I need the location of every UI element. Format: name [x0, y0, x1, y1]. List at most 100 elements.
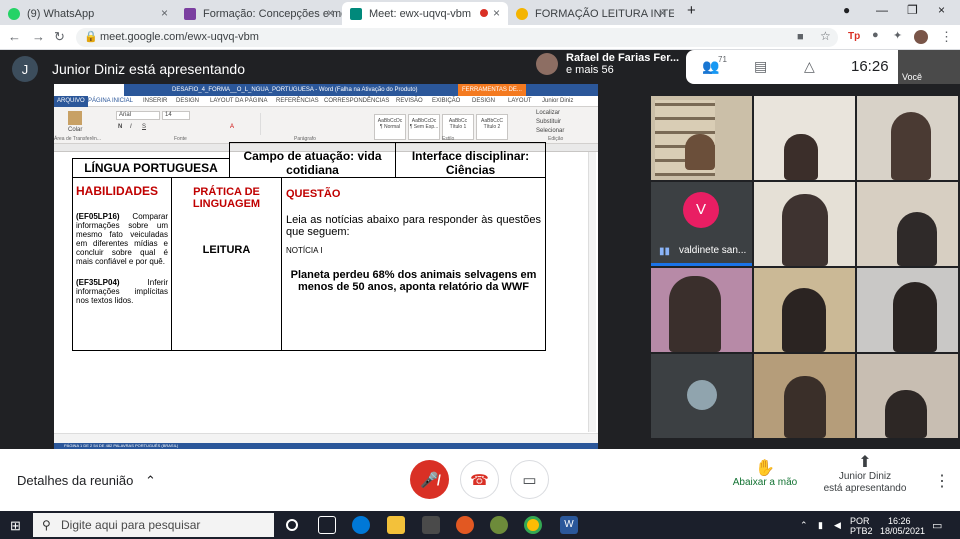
underline-button[interactable]: S: [142, 124, 146, 130]
language-2[interactable]: PTB2: [850, 526, 873, 536]
presenter-header: J Junior Diniz está apresentando: [12, 56, 245, 82]
reload-icon[interactable]: ↻: [54, 29, 65, 45]
forward-icon[interactable]: →: [32, 29, 45, 44]
participant-tile[interactable]: [754, 96, 855, 180]
menu-item[interactable]: DESIGN: [472, 98, 495, 104]
word-icon[interactable]: W: [560, 516, 578, 534]
minimize-button[interactable]: —: [876, 3, 888, 17]
meeting-details-button[interactable]: Detalhes da reunião ⌃: [17, 473, 156, 489]
close-icon[interactable]: ×: [659, 6, 666, 20]
style-sem-espaco[interactable]: AaBbCcDc ¶ Sem Esp...: [408, 114, 440, 140]
taskbar-date[interactable]: 18/05/2021: [880, 526, 925, 536]
taskbar-time[interactable]: 16:26: [888, 516, 911, 526]
participant-tile-active[interactable]: V ▮▮ valdinete san...: [651, 182, 752, 266]
menu-item[interactable]: REVISÃO: [396, 98, 423, 104]
url-input[interactable]: 🔒 meet.google.com/ewx-uqvq-vbm: [76, 28, 838, 47]
font-color-button[interactable]: A: [230, 124, 234, 130]
camera-button[interactable]: ▭: [510, 460, 549, 499]
italic-button[interactable]: I: [130, 124, 132, 130]
activities-icon[interactable]: △: [804, 58, 815, 75]
chrome-icon[interactable]: [524, 516, 542, 534]
firefox-icon[interactable]: [456, 516, 474, 534]
select-button[interactable]: Selecionar: [536, 128, 564, 134]
people-icon[interactable]: 👥: [702, 58, 719, 75]
puzzle-icon[interactable]: ✦: [893, 29, 902, 42]
participant-tile[interactable]: [857, 268, 958, 352]
extension-icon[interactable]: Tp: [848, 31, 860, 42]
file-explorer-icon[interactable]: [387, 516, 405, 534]
app-icon[interactable]: [490, 516, 508, 534]
windows-start-icon[interactable]: ⊞: [10, 518, 21, 534]
close-icon[interactable]: ×: [161, 6, 168, 20]
close-icon[interactable]: ×: [327, 6, 334, 20]
presenting-line2: está apresentando: [823, 483, 907, 494]
avatar[interactable]: [914, 30, 928, 44]
notifications-icon[interactable]: ▭: [932, 519, 942, 532]
new-tab-button[interactable]: +: [687, 2, 696, 19]
taskbar-search-input[interactable]: ⚲ Digite aqui para pesquisar: [33, 513, 274, 537]
tab-whatsapp[interactable]: (9) WhatsApp ×: [0, 2, 176, 25]
find-button[interactable]: Localizar: [536, 110, 560, 116]
replace-button[interactable]: Substituir: [536, 119, 561, 125]
menu-item[interactable]: CORRESPONDÊNCIAS: [324, 98, 389, 104]
menu-item[interactable]: LAYOUT: [508, 98, 532, 104]
close-window-button[interactable]: ×: [938, 3, 945, 17]
participant-tile[interactable]: [651, 354, 752, 438]
search-placeholder: Digite aqui para pesquisar: [61, 518, 201, 532]
task-view-icon[interactable]: [318, 516, 336, 534]
mic-off-button[interactable]: 🎤̸: [410, 460, 449, 499]
group-label: Edição: [548, 136, 564, 142]
participant-tile[interactable]: [651, 268, 752, 352]
bookmark-star-icon[interactable]: ☆: [820, 29, 831, 43]
participant-tile[interactable]: [754, 268, 855, 352]
camera-icon[interactable]: ■: [797, 31, 804, 43]
menu-arquivo[interactable]: ARQUIVO: [54, 96, 88, 107]
chevron-up-icon[interactable]: ⌃: [800, 520, 808, 531]
menu-item[interactable]: INSERIR: [143, 98, 167, 104]
edge-icon[interactable]: [352, 516, 370, 534]
participant-tile[interactable]: [754, 354, 855, 438]
participant-tile[interactable]: [857, 182, 958, 266]
participant-tile[interactable]: [754, 182, 855, 266]
active-speakers-chip[interactable]: Rafael de Farias Fer... e mais 56: [536, 52, 679, 76]
style-titulo-2[interactable]: AaBbCcC Título 2: [476, 114, 508, 140]
tools-tab[interactable]: FERRAMENTAS DE...: [458, 84, 526, 96]
menu-item[interactable]: REFERÊNCIAS: [276, 98, 319, 104]
more-options-icon[interactable]: ⋮: [934, 471, 950, 491]
menu-item[interactable]: LAYOUT DA PÁGINA: [210, 98, 267, 104]
close-icon[interactable]: ×: [493, 6, 500, 20]
leave-call-button[interactable]: ☎: [460, 460, 499, 499]
clipboard-icon[interactable]: [68, 111, 82, 125]
menu-dots-icon[interactable]: ⋮: [940, 29, 953, 45]
participant-tile[interactable]: [857, 354, 958, 438]
tab-label: FORMAÇÃO LEITURA INTEGRA: [535, 7, 674, 20]
store-icon[interactable]: [422, 516, 440, 534]
menu-item[interactable]: PÁGINA INICIAL: [88, 98, 133, 104]
tab-formacao-leitura[interactable]: FORMAÇÃO LEITURA INTEGRA ×: [508, 2, 674, 25]
tab-formacao[interactable]: Formação: Concepções e modelo ×: [176, 2, 342, 25]
extension-icon[interactable]: ●: [872, 29, 879, 41]
back-icon[interactable]: ←: [8, 29, 21, 44]
horizontal-scrollbar[interactable]: [54, 433, 598, 443]
cortana-icon[interactable]: [286, 519, 298, 531]
presenting-button[interactable]: ⬆ Junior Diniz está apresentando: [815, 455, 915, 495]
menu-item[interactable]: EXIBIÇÃO: [432, 98, 460, 104]
tab-meet[interactable]: Meet: ewx-uqvq-vbm ×: [342, 2, 508, 25]
font-size-select[interactable]: 14: [162, 111, 190, 120]
vertical-scrollbar[interactable]: [588, 152, 596, 432]
profile-icon[interactable]: ●: [843, 3, 850, 17]
bold-button[interactable]: N: [118, 124, 122, 130]
language-1[interactable]: POR: [850, 516, 870, 526]
style-normal[interactable]: AaBbCcDc ¶ Normal: [374, 114, 406, 140]
font-name-select[interactable]: Arial: [116, 111, 160, 120]
participant-tile[interactable]: [857, 96, 958, 180]
lower-hand-button[interactable]: ✋ Abaixar a mão: [725, 461, 805, 489]
chat-icon[interactable]: ▤: [754, 58, 767, 75]
menu-item[interactable]: DESIGN: [176, 98, 199, 104]
phone-hangup-icon: ☎: [470, 471, 489, 489]
participant-tile[interactable]: [651, 96, 752, 180]
restore-button[interactable]: ❐: [907, 3, 918, 17]
volume-icon[interactable]: ◀: [834, 520, 841, 531]
menu-item[interactable]: Junior Diniz: [542, 98, 573, 104]
network-icon[interactable]: ▮: [818, 520, 823, 531]
